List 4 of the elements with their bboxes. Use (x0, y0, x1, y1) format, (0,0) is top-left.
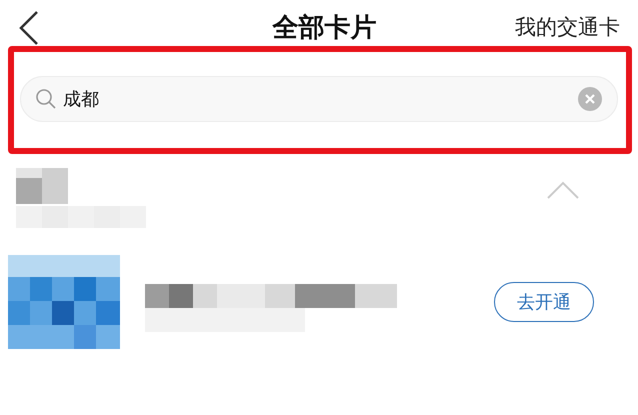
my-card-link[interactable]: 我的交通卡 (515, 12, 620, 44)
activate-button[interactable]: 去开通 (494, 282, 594, 322)
page-title: 全部卡片 (272, 12, 376, 44)
search-field[interactable]: 成都 (20, 76, 618, 122)
